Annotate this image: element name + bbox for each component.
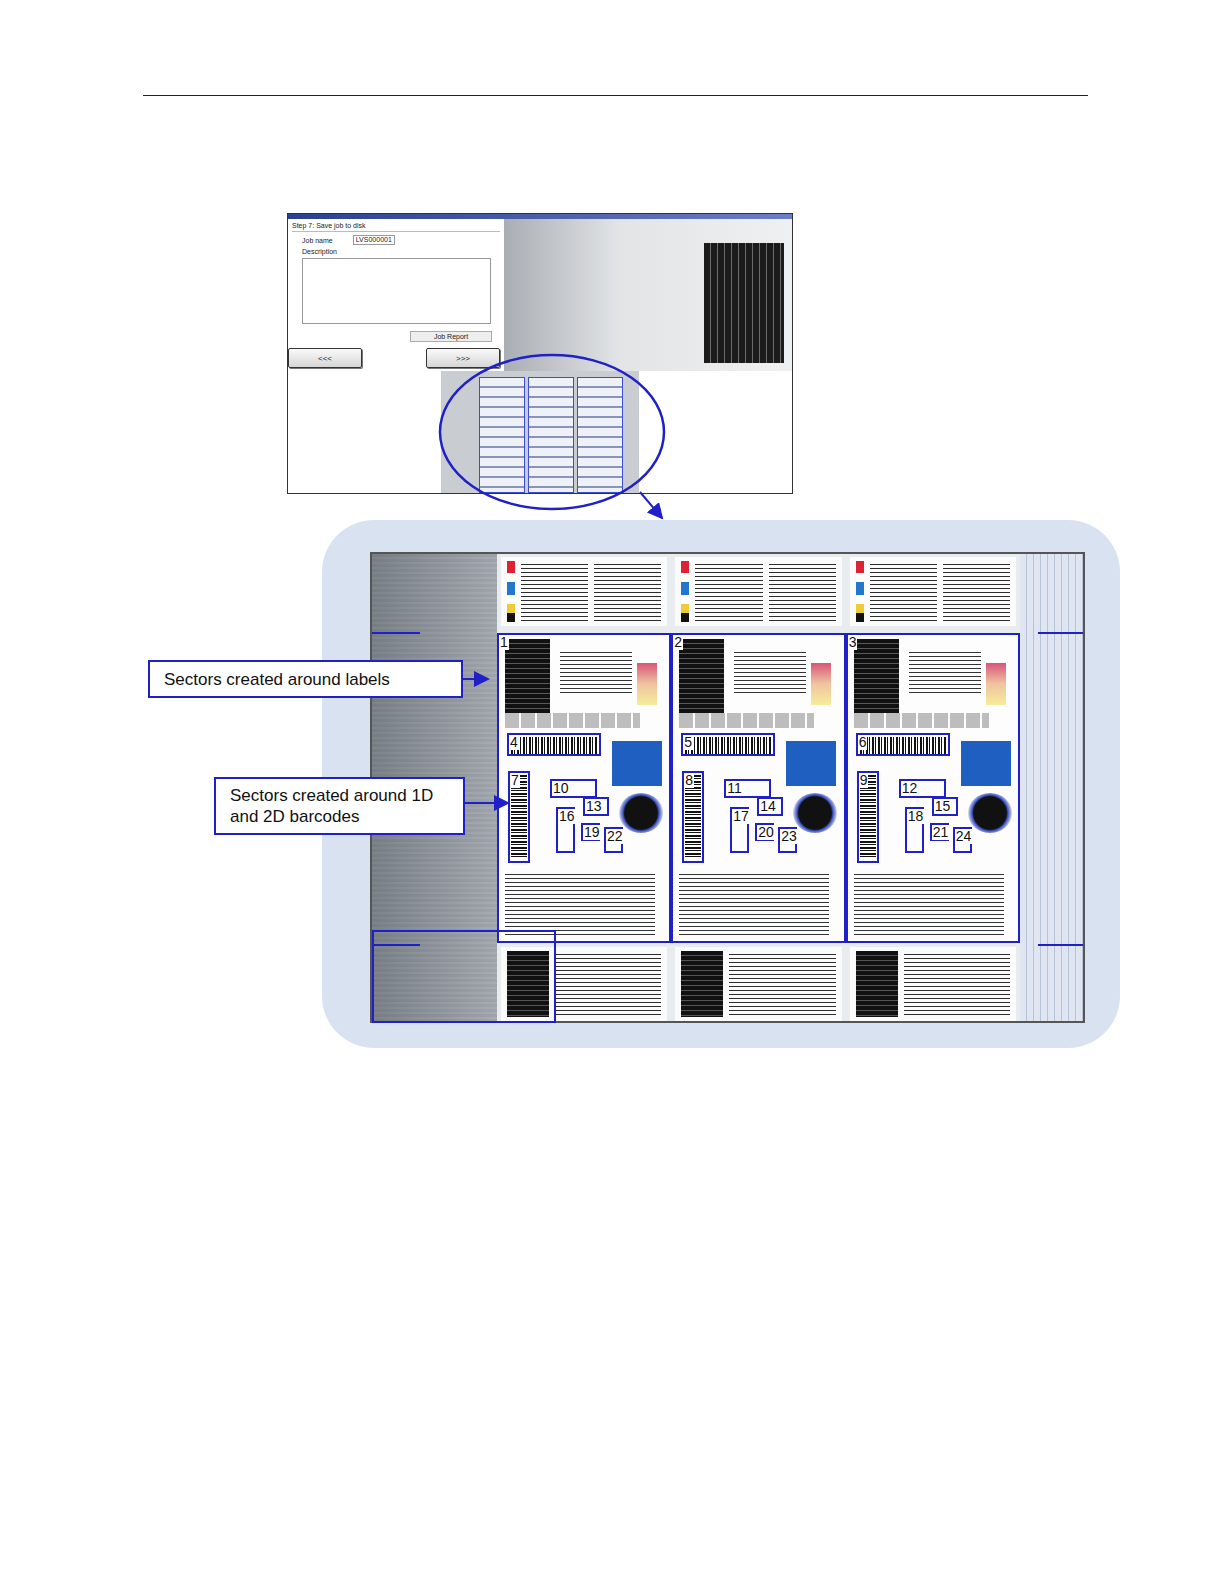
barcode-sector[interactable]: 8: [682, 771, 704, 863]
barcode-sector[interactable]: 21: [930, 823, 949, 841]
sector-guide-line: [372, 632, 420, 634]
barcode-sector[interactable]: 11: [724, 779, 771, 798]
sector-number: 7: [510, 773, 520, 788]
barcode-sector[interactable]: 18: [905, 807, 924, 853]
sector-number: 23: [780, 829, 798, 844]
barcode-sector[interactable]: 24: [953, 827, 972, 853]
label-column: 4 7 10 13 16 19 22 1: [497, 554, 671, 1021]
next-button[interactable]: >>>: [426, 348, 500, 368]
sector-number: 10: [552, 781, 570, 796]
sector-guide-line: [372, 944, 420, 946]
image-preview: [504, 219, 792, 371]
sector-number: 8: [684, 773, 694, 788]
sector-number: 11: [726, 781, 743, 796]
barcode-sector[interactable]: 4: [507, 733, 601, 756]
barcodes-callout: Sectors created around 1D and 2D barcode…: [214, 777, 465, 835]
barcode-sector[interactable]: 7: [508, 771, 530, 863]
zoom-ellipse-icon: [440, 355, 664, 509]
barcode-sector[interactable]: 22: [604, 827, 623, 853]
description-input[interactable]: [302, 258, 491, 324]
barcode-sector[interactable]: 5: [681, 733, 775, 756]
label-column: 6 9 12 15 18 21 24 3: [846, 554, 1020, 1021]
label-column: 5 8 11 14 17 20 23 2: [671, 554, 845, 1021]
barcode-sector[interactable]: 10: [550, 779, 597, 798]
sector-number: 21: [932, 825, 950, 840]
header-rule: [143, 95, 1088, 96]
barcode-sector[interactable]: 19: [581, 823, 600, 841]
sector-guide-line: [1038, 944, 1083, 946]
sector-number: 4: [509, 735, 519, 750]
barcode-sector[interactable]: 6: [856, 733, 950, 756]
back-button[interactable]: <<<: [288, 348, 362, 368]
sector-number: 9: [859, 773, 869, 788]
corner-sector[interactable]: [372, 930, 556, 1023]
sector-number: 20: [757, 825, 775, 840]
labels-callout: Sectors created around labels: [148, 660, 463, 698]
barcode-sector[interactable]: 12: [899, 779, 946, 798]
step-title: Step 7: Save job to disk: [292, 222, 500, 232]
screenshot-window: Step 7: Save job to disk Job name LVS00000…: [287, 213, 793, 494]
barcode-sector[interactable]: 17: [730, 807, 749, 853]
partial-label: [850, 947, 1016, 1021]
barcode-sector[interactable]: 15: [932, 797, 958, 816]
zoom-arrow-icon: [640, 492, 662, 518]
label-sector[interactable]: 4 7 10 13 16 19 22 1: [497, 633, 671, 942]
job-report-button[interactable]: Job Report: [410, 331, 492, 342]
job-name-input[interactable]: LVS000001: [353, 235, 395, 245]
barcode-sector[interactable]: 16: [556, 807, 575, 853]
sector-number: 2: [673, 635, 683, 650]
thumbnail: [441, 371, 639, 493]
sector-number: 15: [934, 799, 952, 814]
barcode-sector[interactable]: 23: [778, 827, 797, 853]
callout-arrow-icon: [463, 678, 488, 680]
callout-arrow-icon: [465, 802, 508, 804]
sector-number: 16: [558, 809, 576, 824]
partial-label: [675, 947, 841, 1021]
sector-number: 12: [901, 781, 919, 796]
barcode-sector[interactable]: 20: [755, 823, 774, 841]
sector-number: 6: [858, 735, 868, 750]
sector-number: 24: [955, 829, 973, 844]
barcode-sector[interactable]: 13: [583, 797, 609, 816]
scan-image: 471013161922158111417202326912151821243: [370, 552, 1085, 1023]
partial-label: [850, 557, 1016, 626]
description-label: Description: [292, 248, 500, 255]
sector-number: 18: [907, 809, 925, 824]
manual-page: Step 7: Save job to disk Job name LVS00000…: [0, 0, 1224, 1584]
figure: Step 7: Save job to disk Job name LVS00000…: [0, 96, 1224, 1584]
web-edge: [1020, 554, 1083, 1021]
thumbnail-label: [528, 377, 574, 493]
partial-label: [501, 557, 667, 626]
label-sector[interactable]: 6 9 12 15 18 21 24 3: [846, 633, 1020, 942]
sector-number: 22: [606, 829, 624, 844]
thumbnail-label: [577, 377, 623, 493]
save-job-form: Step 7: Save job to disk Job name LVS00000…: [288, 219, 504, 371]
annotation-overlay: [0, 96, 1224, 1096]
label-sector[interactable]: 5 8 11 14 17 20 23 2: [671, 633, 845, 942]
barcode-sector[interactable]: 14: [757, 797, 783, 816]
sector-guide-line: [1038, 632, 1083, 634]
sector-number: 3: [848, 635, 858, 650]
sector-number: 5: [683, 735, 693, 750]
partial-label: [501, 947, 667, 1021]
sector-number: 1: [499, 635, 509, 650]
job-name-label: Job name: [302, 237, 333, 244]
sector-number: 13: [585, 799, 603, 814]
sector-number: 19: [583, 825, 601, 840]
thumbnail-label: [479, 377, 525, 493]
barcode-sector[interactable]: 9: [857, 771, 879, 863]
sector-number: 14: [759, 799, 777, 814]
sector-number: 17: [732, 809, 750, 824]
partial-label: [675, 557, 841, 626]
label-preview: [704, 243, 784, 363]
